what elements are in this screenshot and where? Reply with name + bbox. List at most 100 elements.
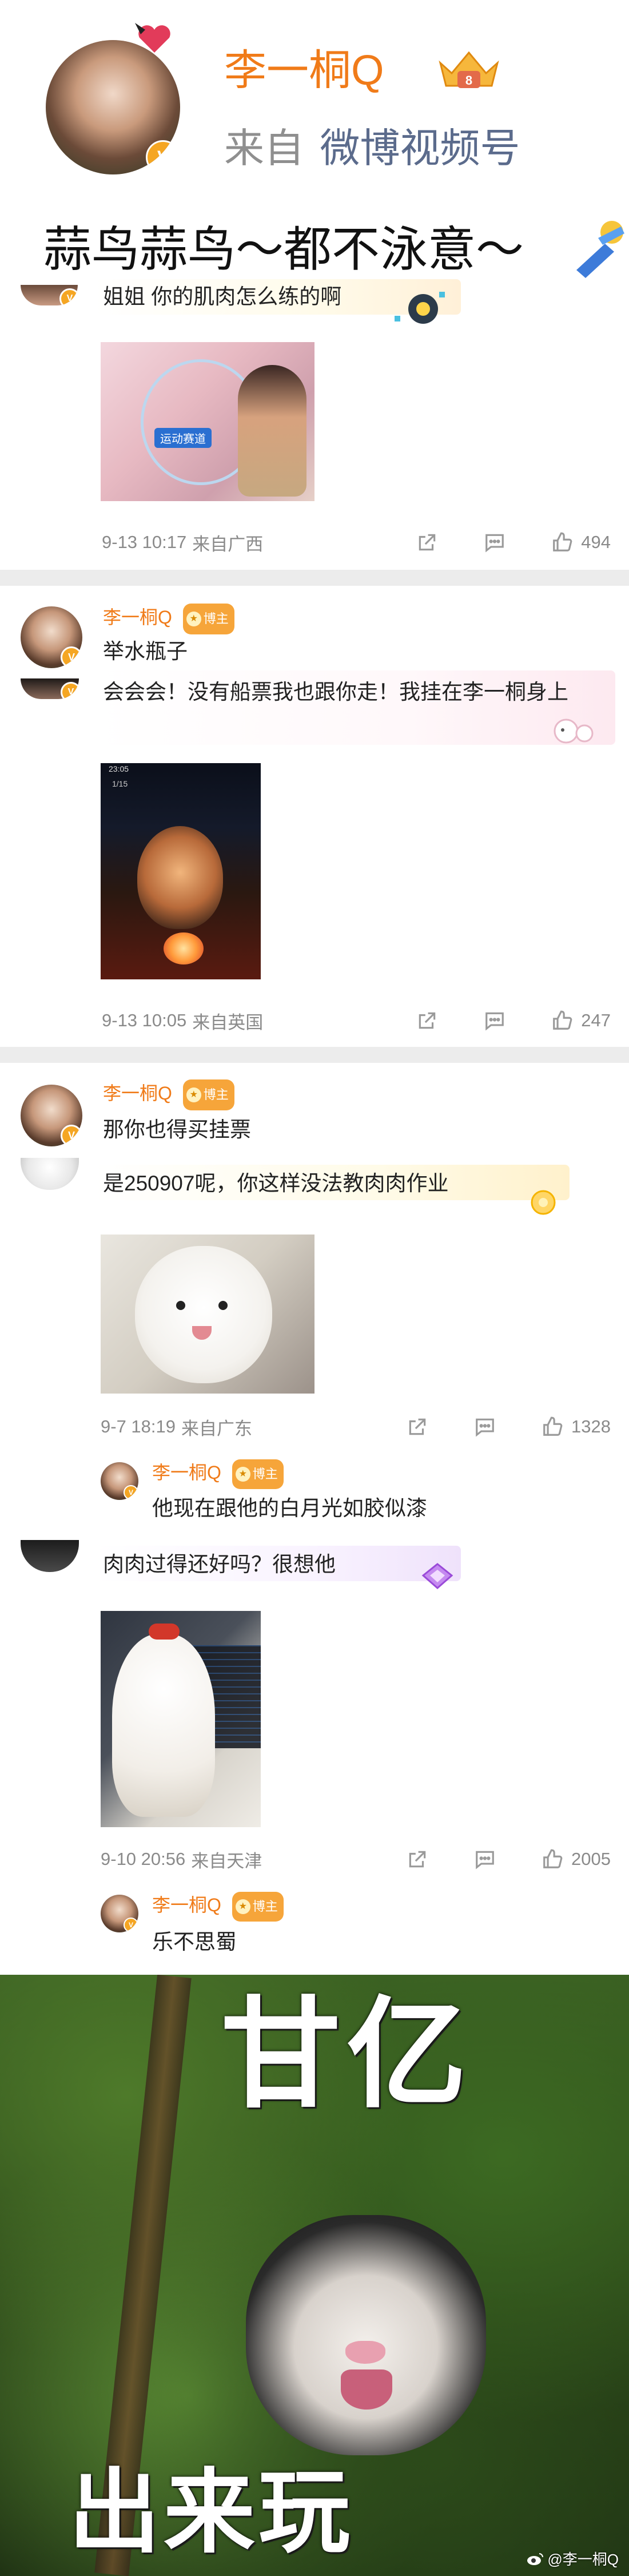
share-icon[interactable] [407, 1848, 428, 1870]
like-count: 1328 [571, 1416, 611, 1436]
badge-icon: ★ [186, 611, 201, 626]
reply-text: 那你也得买挂票 [103, 1118, 251, 1141]
blogger-avatar[interactable]: V [101, 1895, 138, 1932]
reply-author-row: 李一桐Q ★ 博主 [103, 603, 234, 634]
source-link[interactable]: 微博视频号 [320, 126, 520, 170]
share-icon[interactable] [416, 531, 438, 553]
commenter-avatar[interactable]: V [21, 285, 78, 305]
author-name[interactable]: 李一桐Q [224, 45, 384, 96]
comment-location: 来自天津 [191, 1851, 262, 1871]
verified-icon: V [124, 1918, 138, 1932]
like-count: 2005 [571, 1849, 611, 1869]
verified-icon: V [61, 646, 82, 668]
blogger-badge: ★ 博主 [182, 1079, 234, 1110]
bubble-decoration-icon [395, 292, 445, 324]
like-count: 247 [581, 1010, 611, 1030]
blogger-avatar[interactable]: V [21, 1085, 82, 1146]
reply-author-row: 李一桐Q ★ 博主 [103, 1079, 234, 1110]
image-dog-eyes [176, 1301, 228, 1312]
comment-image[interactable] [101, 1611, 261, 1827]
image-face-shape [137, 826, 223, 929]
badge-icon: ★ [235, 1899, 250, 1914]
comment-time: 9-10 20:56 [101, 1849, 186, 1869]
like-button[interactable]: 247 [551, 1010, 611, 1031]
image-caption-tag: 运动赛道 [154, 428, 212, 448]
reply-author-name[interactable]: 李一桐Q [103, 607, 172, 628]
comment-meta: 9-10 20:56 来自天津 2005 [101, 1845, 611, 1873]
heart-bow-icon [135, 23, 170, 53]
image-dog-shape [112, 1634, 215, 1817]
blogger-avatar[interactable]: V [21, 606, 82, 668]
comment-meta: 9-13 10:05 来自英国 247 [102, 1007, 611, 1034]
meme-bottom-text: 出来玩 [69, 2461, 354, 2563]
blogger-badge: ★ 博主 [232, 1459, 284, 1489]
like-button[interactable]: 2005 [542, 1848, 611, 1870]
svg-text:8: 8 [465, 73, 472, 88]
bubble-decoration-icon [531, 1190, 556, 1215]
image-dog-bow [149, 1624, 180, 1640]
like-button[interactable]: 1328 [542, 1416, 611, 1438]
meme-cat-mouth [341, 2369, 392, 2410]
verified-icon: V [146, 140, 180, 174]
reply-author-name[interactable]: 李一桐Q [103, 1083, 172, 1104]
swimmer-emoji-icon [576, 221, 624, 278]
share-icon[interactable] [407, 1416, 428, 1438]
meme-cat-nose [345, 2341, 385, 2364]
image-lamp-glow [164, 932, 204, 964]
bubble-decoration-icon [554, 719, 594, 744]
comment-text: 会会会！没有船票我也跟你走！我挂在李一桐身上 [103, 680, 568, 704]
meme-top-text: 甘亿 [221, 1987, 473, 2122]
sub-reply-author-name[interactable]: 李一桐Q [152, 1895, 221, 1915]
bubble-decoration-icon [421, 1563, 453, 1589]
comment-icon[interactable] [484, 1010, 505, 1031]
comment-icon[interactable] [484, 531, 505, 553]
comment-location: 来自英国 [192, 1012, 264, 1033]
author-avatar[interactable]: V [46, 40, 180, 174]
meme-image[interactable]: 甘亿 出来玩 @李一桐Q [0, 1975, 629, 2576]
section-divider [0, 570, 629, 586]
badge-icon: ★ [186, 1087, 201, 1102]
sub-reply-text: 他现在跟他的白月光如胶似漆 [152, 1497, 427, 1520]
blogger-avatar[interactable]: V [101, 1462, 138, 1500]
verified-icon: V [61, 1125, 82, 1146]
comment-icon[interactable] [474, 1848, 496, 1870]
comment-image[interactable] [101, 1235, 314, 1394]
image-toolbar: 1/15 [112, 779, 128, 788]
comment-text: 姐姐 你的肌肉怎么练的啊 [103, 285, 342, 308]
weibo-icon [527, 2553, 544, 2565]
reply-text: 举水瓶子 [103, 640, 188, 663]
like-button[interactable]: 494 [551, 531, 611, 553]
source-prefix: 来自 [224, 126, 304, 170]
verified-icon: V [59, 288, 78, 305]
commenter-avatar[interactable] [21, 1540, 79, 1572]
like-count: 494 [581, 532, 611, 552]
blogger-badge: ★ 博主 [182, 603, 234, 634]
like-icon [543, 1849, 563, 1868]
comment-image[interactable]: 运动赛道 [101, 342, 314, 501]
badge-icon: ★ [235, 1466, 250, 1482]
comment-location: 来自广西 [192, 534, 264, 554]
comment-image[interactable]: 23:05 1/15 [101, 763, 261, 979]
image-person-shape [238, 365, 306, 497]
post-source: 来自 微博视频号 [224, 122, 520, 174]
watermark: @李一桐Q [527, 2548, 619, 2569]
comment-icon[interactable] [474, 1416, 496, 1438]
comment-meta: 9-13 10:17 来自广西 494 [102, 529, 611, 556]
sub-reply-author-row: 李一桐Q ★ 博主 [152, 1459, 284, 1489]
comment-time: 9-13 10:05 [102, 1010, 187, 1030]
comment-location: 来自广东 [181, 1418, 252, 1439]
image-dog-shape [135, 1246, 272, 1383]
commenter-avatar[interactable]: V [21, 678, 79, 699]
post-text: 蒜鸟蒜鸟～都不泳意～ [43, 223, 524, 276]
like-icon [543, 1416, 563, 1436]
share-icon[interactable] [416, 1010, 438, 1031]
comment-text: 肉肉过得还好吗？很想他 [103, 1553, 336, 1576]
sub-reply-author-name[interactable]: 李一桐Q [152, 1462, 221, 1483]
verified-icon: V [124, 1485, 138, 1500]
sub-reply-author-row: 李一桐Q ★ 博主 [152, 1891, 284, 1922]
crown-icon: 8 [439, 51, 499, 88]
like-icon [553, 532, 572, 551]
comment-time: 9-13 10:17 [102, 532, 187, 552]
commenter-avatar[interactable] [21, 1158, 79, 1190]
image-statusbar: 23:05 [109, 764, 129, 773]
